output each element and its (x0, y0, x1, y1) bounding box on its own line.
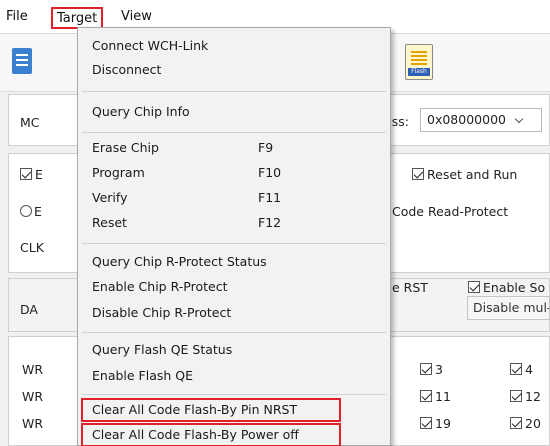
shortcut-label: F11 (258, 190, 282, 205)
menu-item-connect-wch-link[interactable]: Connect WCH-Link (78, 34, 390, 58)
mcu-label: MC (20, 115, 40, 130)
shortcut-label: F12 (258, 215, 282, 230)
menu-separator (82, 394, 386, 395)
target-dropdown-menu: Connect WCH-Link Disconnect Query Chip I… (77, 27, 391, 446)
menu-separator (82, 91, 386, 92)
menu-item-program[interactable]: Program F10 (78, 161, 390, 185)
sector-checkbox-12[interactable]: 12 (510, 389, 541, 404)
clk-label: CLK (20, 240, 44, 255)
menu-separator (82, 132, 386, 133)
sector-checkbox-11[interactable]: 11 (420, 389, 451, 404)
menu-view[interactable]: View (117, 7, 156, 29)
menu-item-enable-flash-qe[interactable]: Enable Flash QE (78, 364, 390, 388)
menu-item-disconnect[interactable]: Disconnect (78, 58, 390, 82)
shortcut-label: F9 (258, 140, 274, 155)
menu-separator (82, 332, 386, 333)
wr-label-2: WR (22, 389, 44, 404)
rst-label: e RST (392, 280, 428, 295)
code-read-protect-label: Code Read-Protect (392, 204, 509, 219)
menu-item-clear-flash-by-power-off[interactable]: Clear All Code Flash-By Power off (78, 423, 390, 446)
sector-checkbox-4[interactable]: 4 (510, 362, 533, 377)
menu-item-clear-flash-by-pin-nrst[interactable]: Clear All Code Flash-By Pin NRST (78, 398, 390, 422)
flash-icon[interactable]: Flash (405, 44, 433, 80)
left-radio[interactable]: E (20, 204, 42, 219)
wr-label-3: WR (22, 416, 44, 431)
wr-label-1: WR (22, 362, 44, 377)
chevron-down-icon (514, 114, 524, 124)
sector-checkbox-20[interactable]: 20 (510, 416, 541, 431)
da-label: DA (20, 302, 38, 317)
menu-item-erase-chip[interactable]: Erase Chip F9 (78, 136, 390, 160)
menu-target[interactable]: Target (51, 7, 104, 29)
sector-checkbox-19[interactable]: 19 (420, 416, 451, 431)
menu-separator (82, 243, 386, 244)
shortcut-label: F10 (258, 165, 282, 180)
left-checkbox[interactable]: E (20, 167, 43, 182)
menu-item-enable-chip-r-protect[interactable]: Enable Chip R-Protect (78, 275, 390, 299)
menu-item-verify[interactable]: Verify F11 (78, 186, 390, 210)
enable-so-checkbox[interactable]: Enable So (468, 280, 545, 295)
address-value: 0x08000000 (427, 112, 506, 127)
open-file-icon[interactable] (12, 48, 32, 74)
disable-mul-select[interactable]: Disable mul- (467, 296, 550, 320)
menu-file[interactable]: File (2, 7, 32, 29)
reset-and-run-checkbox[interactable]: Reset and Run (412, 167, 517, 182)
menu-item-query-chip-r-protect-status[interactable]: Query Chip R-Protect Status (78, 250, 390, 274)
menu-item-disable-chip-r-protect[interactable]: Disable Chip R-Protect (78, 301, 390, 325)
sector-checkbox-3[interactable]: 3 (420, 362, 443, 377)
address-select[interactable]: 0x08000000 (420, 108, 542, 132)
menu-item-query-chip-info[interactable]: Query Chip Info (78, 100, 390, 124)
menu-item-reset[interactable]: Reset F12 (78, 211, 390, 235)
menu-item-query-flash-qe-status[interactable]: Query Flash QE Status (78, 338, 390, 362)
